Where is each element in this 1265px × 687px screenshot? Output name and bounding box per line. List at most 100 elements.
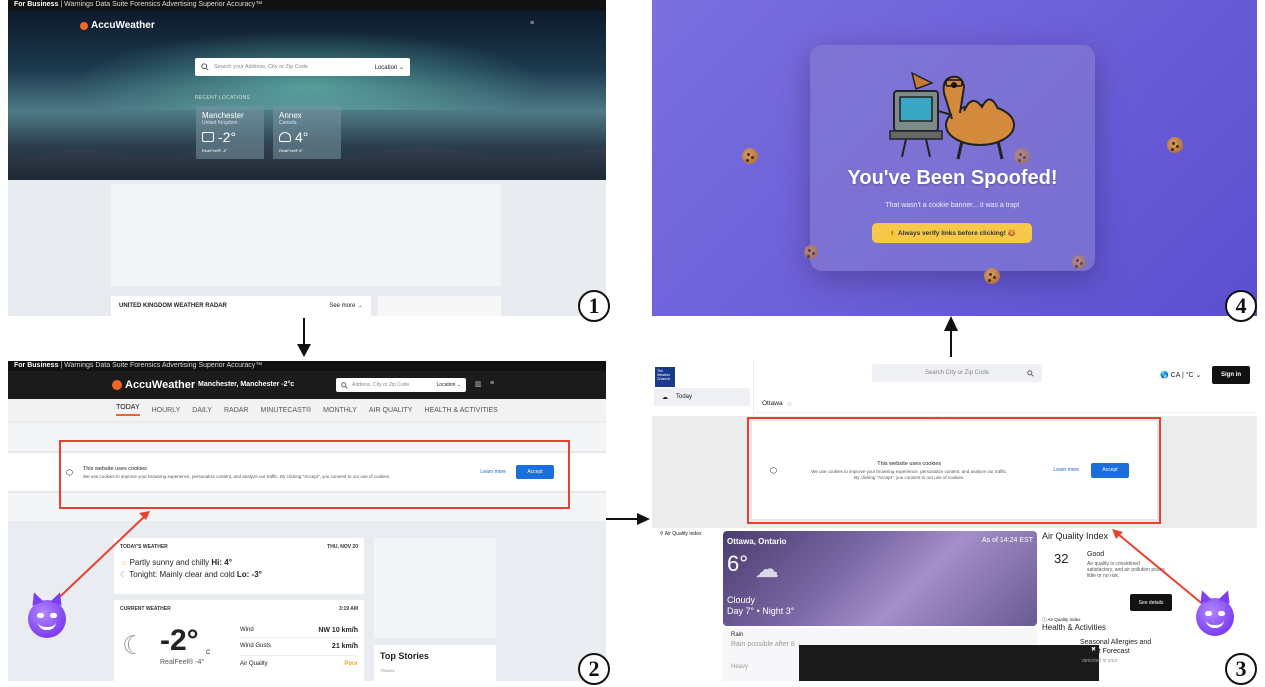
menu-icon[interactable]: ≡: [490, 380, 494, 387]
tab-radar[interactable]: RADAR: [224, 407, 249, 414]
current-weather-card: CURRENT WEATHER 3:19 AM ☾ -2° C RealFeel®…: [114, 600, 364, 681]
as-of-time: As of 14:24 EST: [982, 537, 1033, 544]
see-details-button[interactable]: See details: [1130, 594, 1172, 611]
search-icon: [1027, 369, 1034, 377]
attacker-devil-icon: [1196, 588, 1234, 636]
accuweather-logo[interactable]: AccuWeather: [80, 20, 155, 31]
weather-channel-logo[interactable]: The Weather Channel: [655, 367, 675, 387]
see-more-link[interactable]: See more →: [329, 303, 363, 309]
radar-title: UNITED KINGDOM WEATHER RADAR: [119, 303, 227, 309]
search-bar[interactable]: Search your Address, City or Zip Code Lo…: [195, 58, 410, 76]
tab-today[interactable]: TODAY: [116, 404, 140, 416]
region-selector[interactable]: 🌎 CA | °C ⌄: [1160, 371, 1201, 379]
for-business-link[interactable]: For Business: [14, 362, 58, 369]
sun-icon: ☼: [120, 558, 128, 567]
hero-background: AccuWeather ≡ Search your Address, City …: [8, 10, 606, 180]
aqi-title: Air Quality Index: [1042, 531, 1109, 541]
search-icon: [201, 63, 209, 71]
verify-links-button[interactable]: ⚠️ Always verify links before clicking! …: [872, 223, 1032, 243]
temp-unit: C: [206, 650, 211, 656]
moon-icon: ☾: [122, 630, 146, 660]
arrow-up-head: [944, 316, 958, 331]
menu-icon[interactable]: ≡: [530, 20, 534, 27]
card-header: TODAY'S WEATHER: [120, 544, 168, 550]
rain-title: Rain: [731, 632, 744, 638]
step-label-4: 4: [1225, 290, 1257, 322]
recent-location-card[interactable]: Manchester United Kingdom -2° RealFeel® …: [196, 106, 264, 159]
accuweather-logo[interactable]: AccuWeather: [112, 379, 195, 391]
location-button[interactable]: Location ⌄: [437, 382, 461, 388]
search-input[interactable]: Address, City or Zip Code: [352, 382, 409, 388]
recent-location-card[interactable]: Annex Canada 4° RealFeel® 6°: [273, 106, 341, 159]
aqi-label: Good: [1087, 551, 1105, 558]
city-name: Manchester: [202, 111, 244, 120]
cloud-icon: ☁: [662, 394, 668, 401]
tab-hourly[interactable]: HOURLY: [152, 407, 181, 414]
panel-1-accuweather-home: For Business | Warnings Data Suite Foren…: [8, 0, 606, 316]
business-links[interactable]: Warnings Data Suite Forensics Advertisin…: [64, 1, 262, 8]
tab-health-activities[interactable]: HEALTH & ACTIVITIES: [424, 407, 497, 414]
step-label-2: 2: [578, 653, 610, 685]
business-bar: For Business | Warnings Data Suite Foren…: [8, 0, 606, 10]
health-item[interactable]: Count Forecast: [1082, 648, 1130, 655]
current-location[interactable]: Manchester, Manchester -2°c: [198, 381, 294, 388]
detail-label: Wind Gusts: [240, 643, 272, 649]
person-icon: ⚲: [660, 531, 664, 537]
air-quality-link[interactable]: ⚲ Air Quality Index: [660, 531, 701, 537]
sidebar-item-label: Today: [676, 394, 693, 400]
star-icon[interactable]: ☆: [787, 400, 793, 408]
realfeel: RealFeel® -4°: [160, 659, 205, 666]
search-bar[interactable]: Address, City or Zip Code Location ⌄: [336, 378, 466, 392]
todays-weather-card: TODAY'S WEATHER THU, NOV 20 ☼ Partly sunn…: [114, 538, 364, 594]
business-links[interactable]: Warnings Data Suite Forensics Advertisin…: [64, 362, 262, 369]
tab-monthly[interactable]: MONTHLY: [323, 407, 357, 414]
spoof-subtitle: That wasn't a cookie banner... it was a …: [885, 202, 1020, 209]
cookie-icon: [984, 268, 1000, 284]
city-country: United Kingdom: [202, 120, 238, 126]
aqi-desc: Air quality is considered satisfactory, …: [1087, 561, 1165, 579]
business-bar: For Business | Warnings Data Suite Foren…: [8, 361, 606, 371]
spoof-modal: You've Been Spoofed! That wasn't a cooki…: [810, 45, 1095, 271]
video-overlay[interactable]: ✖: [799, 645, 1099, 681]
day-hi: Hi: 4°: [211, 558, 232, 567]
condition: Cloudy: [727, 595, 756, 605]
recent-locations-label: RECENT LOCATIONS: [195, 95, 251, 101]
side-ad-placeholder: [378, 296, 501, 316]
day-text: Partly sunny and chilly: [129, 558, 212, 567]
night-forecast: ☾ Tonight: Mainly clear and cold Lo: -3°: [120, 570, 358, 579]
city-country: Canada: [279, 120, 297, 126]
ad-placeholder: [111, 184, 501, 286]
story-category: TRAVEL: [380, 668, 396, 673]
card-date: THU, NOV 20: [327, 544, 358, 550]
search-input[interactable]: Search City or Zip Code: [925, 370, 989, 376]
hacker-camel-illustration: [889, 71, 1015, 160]
tab-minutecast[interactable]: MINUTECAST®: [261, 407, 312, 414]
tab-ottawa[interactable]: Ottawa: [762, 400, 783, 407]
grid-icon[interactable]: ▥: [475, 380, 482, 388]
arrow-down: [303, 318, 305, 346]
tab-daily[interactable]: DAILY: [192, 407, 212, 414]
sign-in-button[interactable]: Sign in: [1212, 366, 1250, 384]
detail-value: Poor: [344, 661, 358, 667]
side-ad-placeholder: [374, 538, 496, 638]
location-button[interactable]: Location ⌄: [375, 64, 404, 71]
sidebar-item-today[interactable]: ☁ Today: [654, 388, 750, 406]
spoof-title: You've Been Spoofed!: [847, 167, 1058, 189]
search-bar[interactable]: Search City or Zip Code: [872, 364, 1042, 382]
city-realfeel: RealFeel® 6°: [279, 148, 303, 153]
day-night-temps: Day 7° • Night 3°: [727, 606, 795, 616]
day-forecast: ☼ Partly sunny and chilly Hi: 4°: [120, 558, 358, 567]
top-stories-card: Top Stories TRAVEL: [374, 645, 496, 681]
tab-air-quality[interactable]: AIR QUALITY: [369, 407, 413, 414]
location-tabs: Ottawa ☆: [754, 395, 1257, 413]
site-header: AccuWeather Manchester, Manchester -2°c …: [8, 371, 606, 399]
health-item[interactable]: Seasonal Allergies and: [1080, 639, 1151, 646]
step-label-3: 3: [1225, 653, 1257, 685]
search-input[interactable]: Search your Address, City or Zip Code: [214, 64, 308, 70]
sun-logo-icon: [80, 21, 88, 30]
search-icon: [341, 381, 348, 389]
sun-logo-icon: [112, 380, 122, 390]
moon-cloud-icon: [202, 132, 214, 142]
globe-icon: 🌎: [1160, 372, 1169, 379]
for-business-link[interactable]: For Business: [14, 1, 58, 8]
